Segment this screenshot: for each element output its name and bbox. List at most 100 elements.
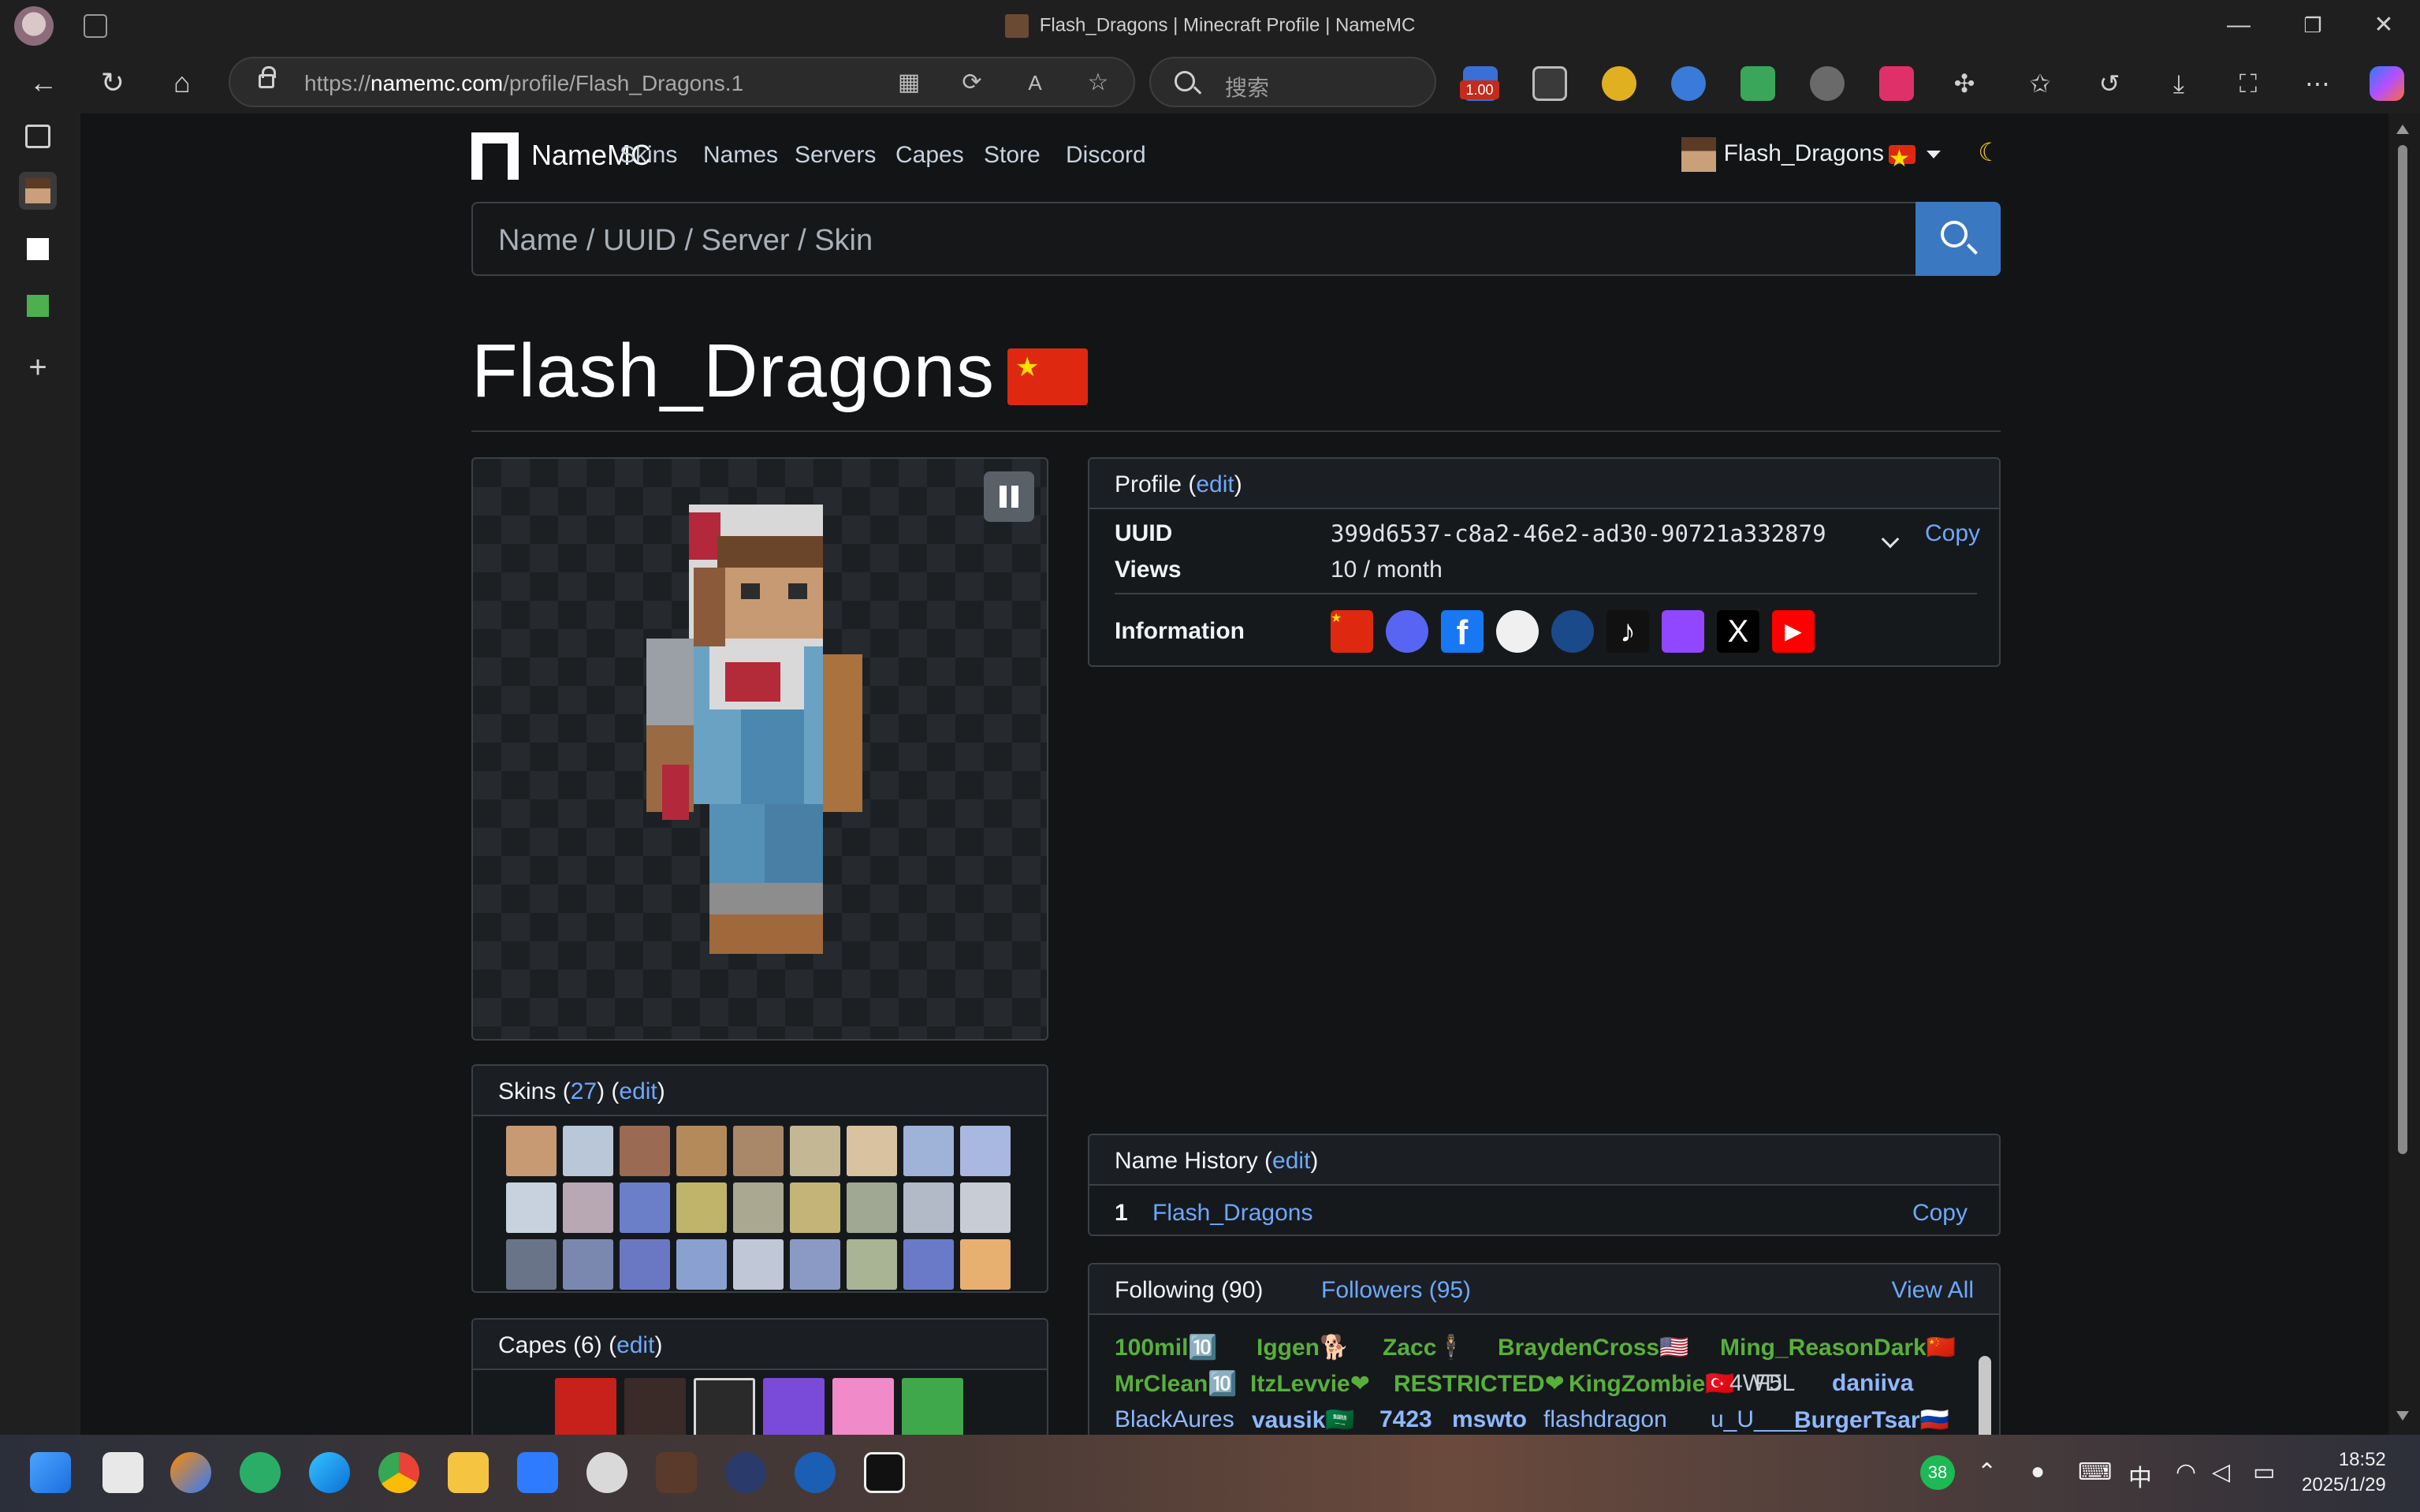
- following-user-link[interactable]: 100mil🔟: [1115, 1334, 1218, 1361]
- extension-audio-icon[interactable]: [1671, 66, 1706, 101]
- facebook-icon[interactable]: f: [1441, 610, 1484, 653]
- following-user-link[interactable]: ItzLevvie❤: [1250, 1370, 1370, 1398]
- capes-edit-link[interactable]: edit: [616, 1332, 654, 1358]
- nav-skins[interactable]: Skins: [620, 142, 677, 169]
- skin-thumbnail[interactable]: [903, 1182, 954, 1233]
- start-button[interactable]: [30, 1452, 71, 1493]
- nav-names[interactable]: Names: [703, 142, 778, 169]
- following-user-link[interactable]: KingZombie🇹🇷: [1569, 1370, 1735, 1398]
- extension-translate-icon[interactable]: [1879, 66, 1914, 101]
- tiktok-icon[interactable]: ♪: [1607, 610, 1649, 653]
- skin-thumbnail[interactable]: [960, 1182, 1011, 1233]
- following-scrollbar-thumb[interactable]: [1979, 1356, 1991, 1435]
- skins-count-link[interactable]: 27: [571, 1078, 597, 1104]
- following-user-link[interactable]: Iggen🐕: [1257, 1334, 1349, 1361]
- skin-thumbnail[interactable]: [847, 1182, 897, 1233]
- nav-discord[interactable]: Discord: [1066, 142, 1146, 169]
- skin-thumbnail[interactable]: [620, 1126, 670, 1176]
- steam-icon[interactable]: [1551, 610, 1594, 653]
- uuid-copy-button[interactable]: Copy: [1925, 520, 1980, 547]
- following-user-link[interactable]: MrClean🔟: [1115, 1370, 1238, 1398]
- name-history-edit-link[interactable]: edit: [1272, 1148, 1310, 1174]
- following-user-link[interactable]: 7423: [1379, 1406, 1432, 1433]
- tab-namemc[interactable]: [19, 230, 57, 268]
- todo-icon[interactable]: [517, 1452, 558, 1493]
- cape-thumbnail[interactable]: [832, 1378, 894, 1435]
- tab-followers[interactable]: Followers (95): [1321, 1277, 1471, 1304]
- following-user-link[interactable]: daniiva: [1832, 1370, 1913, 1397]
- name-history-name-link[interactable]: Flash_Dragons: [1152, 1200, 1312, 1227]
- more-menu-icon[interactable]: ⋯: [2300, 66, 2335, 101]
- skin-thumbnail[interactable]: [903, 1126, 954, 1176]
- following-user-link[interactable]: BraydenCross🇺🇸: [1498, 1334, 1688, 1361]
- cape-thumbnail[interactable]: [624, 1378, 686, 1435]
- skin-thumbnail[interactable]: [733, 1239, 784, 1290]
- clock-app-icon[interactable]: [586, 1452, 627, 1493]
- url-text[interactable]: https://namemc.com/profile/Flash_Dragons…: [304, 71, 743, 96]
- history-icon[interactable]: ↺: [2092, 66, 2127, 101]
- read-aloud-icon[interactable]: A: [1018, 66, 1052, 99]
- favorite-star-icon[interactable]: ☆: [1082, 66, 1115, 99]
- skin-thumbnail[interactable]: [506, 1182, 557, 1233]
- app-available-icon[interactable]: ▦: [892, 66, 925, 99]
- dark-mode-moon-icon[interactable]: ☾: [1978, 137, 2001, 167]
- pause-animation-button[interactable]: [984, 471, 1034, 522]
- skin-thumbnail[interactable]: [733, 1182, 784, 1233]
- uuid-value[interactable]: 399d6537-c8a2-46e2-ad30-90721a332879: [1331, 520, 1826, 547]
- ime-indicator[interactable]: 中: [2128, 1458, 2152, 1493]
- skin-thumbnail[interactable]: [676, 1182, 727, 1233]
- site-search-button[interactable]: [1916, 202, 2001, 276]
- following-user-link[interactable]: BlackAures: [1115, 1406, 1234, 1433]
- following-user-link[interactable]: mswto: [1452, 1406, 1527, 1433]
- extension-fox-icon[interactable]: [1602, 66, 1636, 101]
- uuid-format-chevron-icon[interactable]: [1881, 530, 1900, 549]
- extension-download-icon[interactable]: [1741, 66, 1775, 101]
- screenshot-icon[interactable]: ⛶: [2231, 66, 2265, 101]
- favorites-icon[interactable]: ✩: [2023, 66, 2057, 101]
- volume-icon[interactable]: ◁: [2212, 1458, 2230, 1486]
- skin-thumbnail[interactable]: [903, 1239, 954, 1290]
- taskbar-app-icon[interactable]: [170, 1452, 211, 1493]
- tab-panel-toggle-icon[interactable]: [25, 125, 50, 148]
- minimize-button[interactable]: —: [2223, 9, 2254, 41]
- cape-thumbnail[interactable]: [902, 1378, 963, 1435]
- scroll-down-arrow-icon[interactable]: [2396, 1411, 2409, 1421]
- skin-thumbnail[interactable]: [960, 1126, 1011, 1176]
- system-clock[interactable]: 18:52 2025/1/29: [2302, 1447, 2386, 1498]
- nav-servers[interactable]: Servers: [795, 142, 876, 169]
- file-explorer-icon[interactable]: [448, 1452, 489, 1493]
- skin-thumbnail[interactable]: [733, 1126, 784, 1176]
- cape-thumbnail[interactable]: [555, 1378, 616, 1435]
- following-user-link[interactable]: Ming_ReasonDark🇨🇳: [1720, 1334, 1956, 1361]
- address-bar[interactable]: https://namemc.com/profile/Flash_Dragons…: [229, 57, 1135, 107]
- tab-minecraft[interactable]: [19, 287, 57, 325]
- following-user-link[interactable]: RESTRICTED❤: [1394, 1370, 1565, 1398]
- view-all-link[interactable]: View All: [1891, 1277, 1974, 1304]
- x-icon[interactable]: X: [1717, 610, 1759, 653]
- refresh-extension-icon[interactable]: ⟳: [955, 66, 988, 99]
- following-user-link[interactable]: u_U____: [1711, 1406, 1807, 1433]
- browser-search-box[interactable]: 搜索: [1149, 57, 1436, 107]
- cape-thumbnail[interactable]: [763, 1378, 825, 1435]
- name-history-copy-button[interactable]: Copy: [1912, 1200, 1968, 1227]
- twitch-icon[interactable]: [1662, 610, 1704, 653]
- skin-thumbnail[interactable]: [506, 1239, 557, 1290]
- notification-badge[interactable]: 38: [1920, 1455, 1955, 1490]
- qq-icon[interactable]: [864, 1452, 905, 1493]
- reload-button[interactable]: ↻: [93, 63, 132, 102]
- skin-thumbnail[interactable]: [676, 1239, 727, 1290]
- close-button[interactable]: ✕: [2368, 9, 2400, 41]
- github-icon[interactable]: [1496, 610, 1539, 653]
- tab-namemc-profile[interactable]: [19, 172, 57, 210]
- following-user-link[interactable]: F5: [1755, 1370, 1782, 1397]
- skin-thumbnail[interactable]: [620, 1239, 670, 1290]
- tab-following[interactable]: Following (90): [1115, 1277, 1263, 1304]
- keyboard-icon[interactable]: ⌨: [2078, 1458, 2112, 1486]
- tray-expand-chevron-icon[interactable]: ⌃: [1977, 1458, 1997, 1486]
- downloads-icon[interactable]: ⤓: [2161, 66, 2196, 101]
- nav-store[interactable]: Store: [984, 142, 1041, 169]
- new-tab-button[interactable]: +: [19, 348, 57, 386]
- skin-thumbnail[interactable]: [847, 1239, 897, 1290]
- back-button[interactable]: ←: [24, 63, 63, 102]
- skin-thumbnail[interactable]: [847, 1126, 897, 1176]
